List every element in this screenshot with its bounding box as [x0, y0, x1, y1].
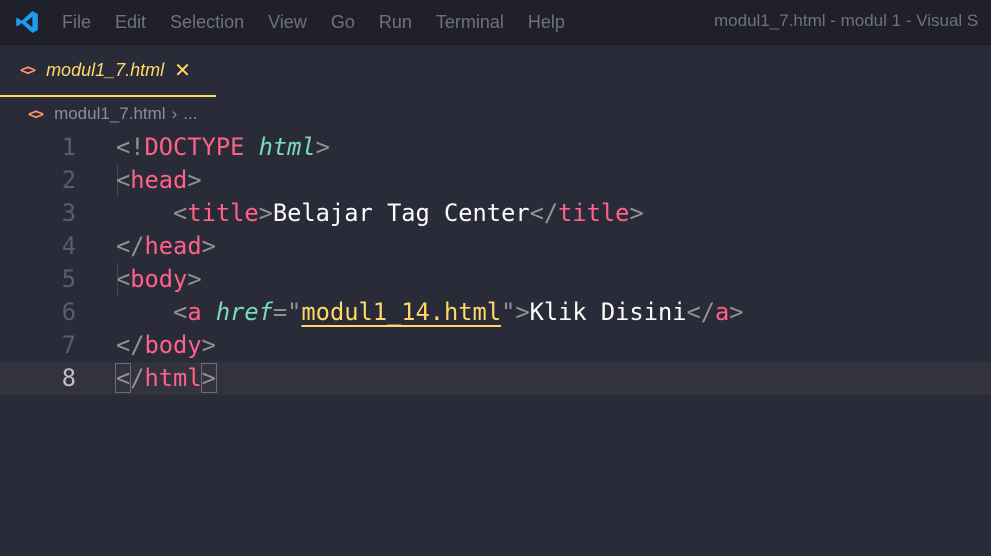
line-number: 7: [61, 331, 76, 359]
breadcrumb-file[interactable]: modul1_7.html: [54, 104, 166, 124]
menu-selection[interactable]: Selection: [170, 12, 244, 33]
code-token: ">: [501, 298, 530, 326]
indent-guide: [117, 263, 118, 296]
vscode-logo-icon: [16, 11, 38, 33]
code-token: >: [729, 298, 744, 326]
code-token: a: [715, 298, 730, 326]
code-token: title: [187, 199, 259, 227]
code-token: body: [144, 331, 202, 359]
code-token: <: [173, 199, 188, 227]
tab-bar: <> modul1_7.html ✕: [0, 45, 991, 97]
menu-run[interactable]: Run: [379, 12, 412, 33]
tab-label: modul1_7.html: [46, 59, 165, 80]
code-token: <title>Belajar Tag Center</title>: [116, 197, 644, 230]
code-token: Klik Disini: [529, 298, 687, 326]
line-number: 5: [61, 265, 76, 293]
code-token: Belajar Tag Center: [272, 199, 530, 227]
code-token: <body>: [116, 263, 202, 296]
tab-modul1-7[interactable]: <> modul1_7.html ✕: [0, 45, 216, 97]
code-token: html: [144, 364, 202, 392]
code-token: <: [173, 298, 188, 326]
menu-go[interactable]: Go: [331, 12, 355, 33]
html-file-icon: <>: [20, 61, 36, 79]
code-token: </html>: [114, 362, 217, 395]
code-line: 6 <a href="modul1_14.html">Klik Disini</…: [0, 296, 991, 329]
window-title: modul1_7.html - modul 1 - Visual S: [714, 11, 979, 30]
breadcrumb: <> modul1_7.html › ...: [0, 97, 991, 131]
code-token: <: [114, 363, 132, 393]
code-token: <head>: [116, 164, 202, 197]
line-number: 3: [61, 199, 76, 227]
code-token: >: [201, 331, 216, 359]
current-code-line: 8 </html>: [0, 362, 991, 395]
code-token: a: [187, 298, 202, 326]
code-token: >: [200, 363, 217, 393]
code-token: </: [116, 232, 145, 260]
chevron-right-icon: ›: [171, 104, 178, 123]
code-token: <: [116, 265, 131, 293]
code-token: >: [258, 199, 273, 227]
code-line: 2 <head>: [0, 164, 991, 197]
code-token: html: [258, 133, 316, 161]
code-token: <: [116, 166, 131, 194]
code-line: 5 <body>: [0, 263, 991, 296]
code-token: title: [558, 199, 630, 227]
code-token: >: [201, 232, 216, 260]
menu-file[interactable]: File: [62, 12, 91, 33]
code-token: </: [529, 199, 559, 227]
code-token: </head>: [116, 230, 216, 263]
code-token: >: [315, 133, 330, 161]
line-number: 4: [61, 232, 76, 260]
code-token: href: [215, 298, 273, 326]
code-token: head: [144, 232, 202, 260]
code-token: head: [130, 166, 188, 194]
code-token: =": [272, 298, 302, 326]
code-token: >: [187, 166, 202, 194]
html-file-icon: <>: [28, 105, 44, 123]
line-number: 6: [61, 298, 76, 326]
code-token: body: [130, 265, 188, 293]
code-token: <a href="modul1_14.html">Klik Disini</a>: [116, 296, 744, 329]
menu-view[interactable]: View: [268, 12, 307, 33]
code-token: DOCTYPE: [144, 133, 245, 161]
line-number: 1: [61, 133, 76, 161]
menu-help[interactable]: Help: [528, 12, 565, 33]
code-line: 3 <title>Belajar Tag Center</title>: [0, 197, 991, 230]
code-token: >: [629, 199, 644, 227]
code-token: </: [686, 298, 716, 326]
code-token: </: [116, 331, 145, 359]
code-editor[interactable]: 1 <!DOCTYPE html> 2 <head> 3 <title>Belaja…: [0, 131, 991, 395]
line-number: 8: [61, 364, 76, 392]
menu-edit[interactable]: Edit: [115, 12, 146, 33]
code-token: <!: [116, 133, 145, 161]
code-token: </body>: [116, 329, 216, 362]
line-number: 2: [61, 166, 76, 194]
code-line: 7 </body>: [0, 329, 991, 362]
breadcrumb-symbols[interactable]: ...: [183, 104, 197, 124]
close-icon[interactable]: ✕: [174, 58, 191, 83]
href-link[interactable]: modul1_14.html: [301, 298, 501, 326]
title-bar: File Edit Selection View Go Run Terminal…: [0, 0, 991, 45]
code-token: >: [187, 265, 202, 293]
code-line: 4 </head>: [0, 230, 991, 263]
code-token: /: [130, 364, 145, 392]
code-line: 1 <!DOCTYPE html>: [0, 131, 991, 164]
code-token: <!DOCTYPE html>: [116, 131, 330, 164]
menu-terminal[interactable]: Terminal: [436, 12, 504, 33]
